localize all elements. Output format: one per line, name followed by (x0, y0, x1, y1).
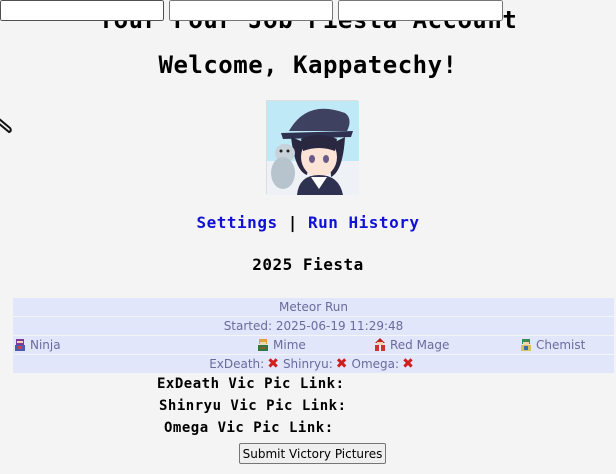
run-history-link[interactable]: Run History (308, 213, 419, 232)
job-item: Ninja (13, 336, 61, 354)
ninja-job-icon (15, 339, 25, 351)
chemist-job-icon (521, 339, 531, 351)
red-mage-job-icon (375, 338, 385, 351)
x-icon: ✖ (335, 356, 348, 372)
job-item: Mime (256, 336, 306, 354)
job-item: Chemist (519, 336, 585, 354)
welcome-heading: Welcome, Kappatechy! (158, 51, 458, 79)
shinryu-status-label: Shinryu: (282, 357, 333, 371)
run-name-row: Meteor Run (13, 298, 614, 316)
edge-tool-icon (0, 118, 12, 134)
fiesta-label: 2025 Fiesta (252, 255, 364, 274)
x-icon: ✖ (402, 356, 414, 372)
settings-link[interactable]: Settings (197, 213, 278, 232)
job-label: Chemist (536, 338, 586, 352)
job-item: Red Mage (373, 336, 449, 354)
exdeath-status-label: ExDeath: (209, 357, 265, 371)
jobs-row: Ninja Mime Red Mage Chemist (13, 336, 614, 354)
shinryu-row: Shinryu Vic Pic Link: (159, 398, 347, 420)
omega-vic-pic-label: Omega Vic Pic Link: (164, 420, 334, 436)
exdeath-vic-pic-label: ExDeath Vic Pic Link: (157, 376, 345, 392)
boss-status-row: ExDeath: ✖ Shinryu: ✖ Omega: ✖ (13, 355, 614, 373)
submit-victory-pictures-button[interactable]: Submit Victory Pictures (239, 443, 386, 464)
run-started-row: Started: 2025-06-19 11:29:48 (13, 317, 614, 335)
shinryu-vic-pic-label: Shinryu Vic Pic Link: (159, 398, 347, 414)
nav-separator: | (287, 213, 298, 232)
exdeath-row: ExDeath Vic Pic Link: (157, 376, 345, 398)
x-icon: ✖ (267, 356, 279, 372)
run-info: Meteor Run Started: 2025-06-19 11:29:48 … (13, 298, 614, 374)
run-started: Started: 2025-06-19 11:29:48 (223, 319, 404, 333)
exdeath-vic-pic-input[interactable] (0, 0, 164, 21)
nav-links: Settings | Run History (0, 213, 616, 232)
omega-vic-pic-input[interactable] (338, 0, 504, 21)
omega-row: Omega Vic Pic Link: (164, 420, 334, 442)
vic-pic-form: ExDeath Vic Pic Link: Shinryu Vic Pic Li… (0, 0, 616, 436)
job-label: Mime (273, 338, 306, 352)
omega-status-label: Omega: (351, 357, 400, 371)
run-name: Meteor Run (279, 300, 348, 314)
avatar (266, 100, 359, 195)
job-label: Ninja (30, 338, 61, 352)
job-label: Red Mage (390, 338, 450, 352)
mime-job-icon (258, 339, 268, 351)
shinryu-vic-pic-input[interactable] (169, 0, 334, 21)
